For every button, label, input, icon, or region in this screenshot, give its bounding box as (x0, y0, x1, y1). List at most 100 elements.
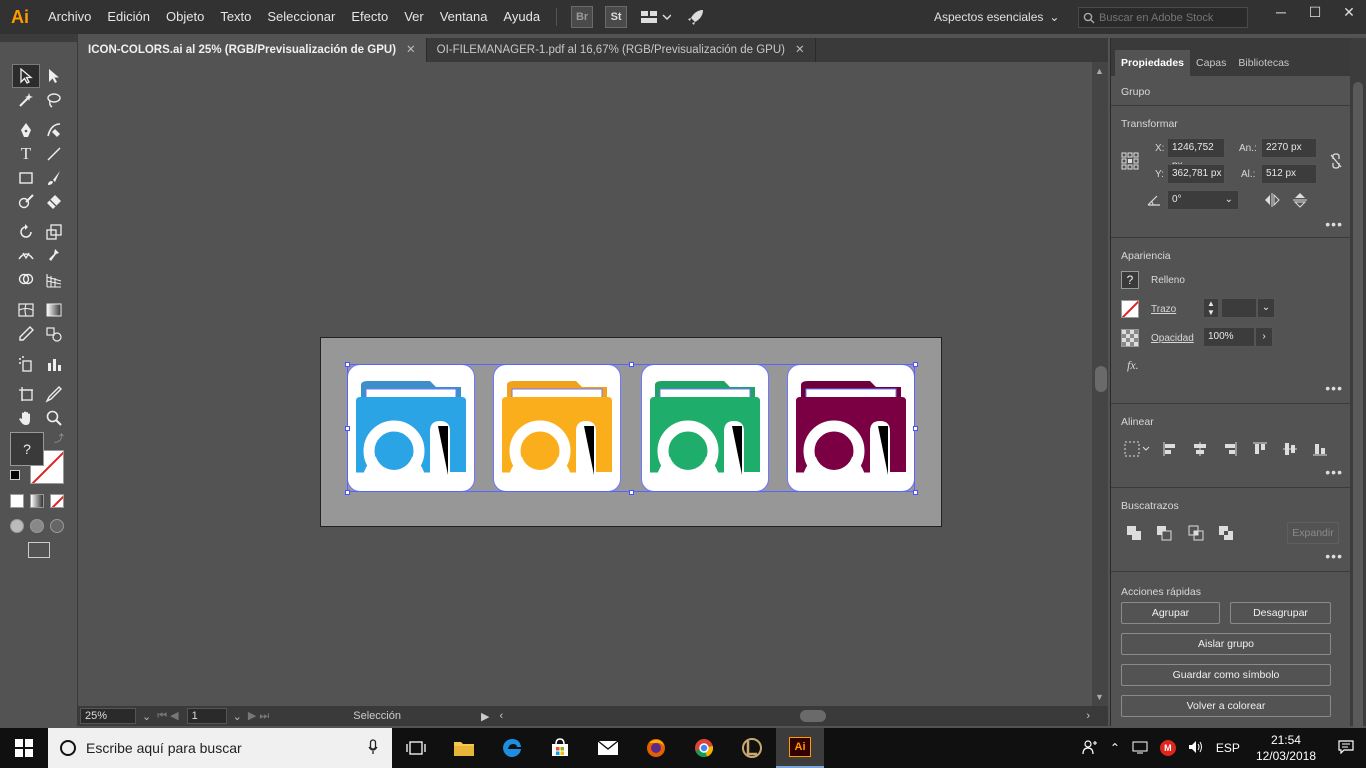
expand-button[interactable]: Expandir (1287, 522, 1339, 544)
tab-icon-colors[interactable]: ICON-COLORS.ai al 25% (RGB/Previsualizac… (78, 38, 427, 62)
link-proportions-icon[interactable] (1327, 152, 1345, 170)
language-indicator[interactable]: ESP (1210, 741, 1246, 755)
slice-tool-icon[interactable] (40, 382, 68, 406)
microphone-icon[interactable] (368, 738, 378, 758)
magic-wand-icon[interactable] (12, 88, 40, 112)
height-field[interactable]: 512 px (1261, 164, 1317, 184)
paintbrush-icon[interactable] (40, 166, 68, 190)
menu-item-6[interactable]: Ver (396, 0, 432, 34)
clock[interactable]: 21:54 12/03/2018 (1246, 732, 1326, 764)
opacity-field[interactable]: 100% (1203, 327, 1255, 347)
menu-item-8[interactable]: Ayuda (495, 0, 548, 34)
resize-handle[interactable] (345, 362, 350, 367)
more-options-icon[interactable]: ••• (1325, 548, 1343, 564)
rectangle-tool-icon[interactable] (12, 166, 40, 190)
close-icon[interactable]: ✕ (406, 44, 416, 56)
file-explorer-icon[interactable] (440, 728, 488, 768)
scale-tool-icon[interactable] (40, 220, 68, 244)
effects-button[interactable]: fx. (1127, 358, 1139, 373)
gradient-tool-icon[interactable] (40, 298, 68, 322)
direct-selection-tool-icon[interactable] (40, 64, 68, 88)
status-menu-icon[interactable]: ▶ (481, 710, 489, 723)
swap-fill-stroke-icon[interactable]: ⤴ (54, 430, 64, 445)
bridge-button[interactable]: Br (571, 6, 594, 28)
resize-handle[interactable] (913, 490, 918, 495)
scroll-thumb[interactable] (1353, 82, 1363, 746)
stroke-weight-field[interactable] (1221, 298, 1257, 318)
antivirus-icon[interactable]: M (1154, 740, 1182, 756)
eyedropper-icon[interactable] (12, 322, 40, 346)
stock-search-box[interactable] (1078, 7, 1248, 28)
workspace-switcher[interactable]: Aspectos esenciales ⌄ (934, 0, 1059, 34)
more-options-icon[interactable]: ••• (1325, 380, 1343, 396)
align-bottom-icon[interactable] (1311, 440, 1329, 458)
menu-item-1[interactable]: Edición (99, 0, 158, 34)
stroke-label[interactable]: Trazo (1151, 304, 1176, 315)
exclude-icon[interactable] (1217, 524, 1235, 542)
blend-tool-icon[interactable] (40, 322, 68, 346)
resize-handle[interactable] (345, 490, 350, 495)
hand-tool-icon[interactable] (12, 406, 40, 430)
rotate-tool-icon[interactable] (12, 220, 40, 244)
resize-handle[interactable] (629, 490, 634, 495)
fill-swatch[interactable]: ? (1121, 271, 1139, 289)
pen-tool-icon[interactable] (12, 118, 40, 142)
stock-search-input[interactable] (1099, 11, 1239, 24)
color-mode-icon[interactable] (10, 494, 24, 508)
unite-icon[interactable] (1125, 524, 1143, 542)
league-client-icon[interactable] (728, 728, 776, 768)
eraser-icon[interactable] (40, 190, 68, 214)
store-icon[interactable] (536, 728, 584, 768)
resize-handle[interactable] (345, 426, 350, 431)
perspective-grid-icon[interactable] (40, 268, 68, 292)
align-vertical-center-icon[interactable] (1281, 440, 1299, 458)
angle-field[interactable]: 0° ⌄ (1167, 190, 1239, 210)
scroll-thumb[interactable] (1095, 366, 1107, 392)
stroke-swatch[interactable] (1121, 300, 1139, 318)
scroll-up-icon[interactable]: ▲ (1095, 66, 1104, 76)
start-button[interactable] (0, 728, 48, 768)
menu-item-5[interactable]: Efecto (343, 0, 396, 34)
shape-builder-icon[interactable] (12, 268, 40, 292)
mail-icon[interactable] (584, 728, 632, 768)
menu-item-4[interactable]: Seleccionar (259, 0, 343, 34)
artboard-tool-icon[interactable] (12, 382, 40, 406)
horizontal-scroll-thumb[interactable] (800, 710, 826, 722)
width-tool-icon[interactable] (12, 244, 40, 268)
align-left-icon[interactable] (1161, 440, 1179, 458)
tab-properties[interactable]: Propiedades (1115, 50, 1191, 76)
selection-bounding-box[interactable] (347, 364, 915, 492)
screen-mode-icon[interactable] (28, 542, 50, 558)
volume-icon[interactable] (1182, 740, 1210, 757)
chevron-down-icon[interactable]: ⌄ (142, 710, 151, 723)
panel-grip[interactable] (0, 34, 77, 42)
chrome-icon[interactable] (680, 728, 728, 768)
taskbar-search[interactable]: Escribe aquí para buscar (48, 728, 392, 768)
none-mode-icon[interactable] (50, 494, 64, 508)
resize-handle[interactable] (629, 362, 634, 367)
resize-handle[interactable] (913, 362, 918, 367)
menu-item-3[interactable]: Texto (212, 0, 259, 34)
more-options-icon[interactable]: ••• (1325, 464, 1343, 480)
y-field[interactable]: 362,781 px (1167, 164, 1225, 184)
save-as-symbol-button[interactable]: Guardar como símbolo (1121, 664, 1331, 686)
puppet-warp-icon[interactable] (40, 244, 68, 268)
curvature-tool-icon[interactable] (40, 118, 68, 142)
menu-item-0[interactable]: Archivo (40, 0, 99, 34)
maximize-button[interactable]: ☐ (1298, 0, 1332, 24)
gradient-mode-icon[interactable] (30, 494, 44, 508)
chevron-down-icon[interactable]: ⌄ (1257, 298, 1275, 318)
lasso-icon[interactable] (40, 88, 68, 112)
line-tool-icon[interactable] (40, 142, 68, 166)
align-top-icon[interactable] (1251, 440, 1269, 458)
chevron-down-icon[interactable]: ⌄ (1225, 191, 1233, 209)
firefox-icon[interactable] (632, 728, 680, 768)
vertical-scrollbar[interactable]: ▲ ▼ (1092, 62, 1108, 706)
illustrator-taskbar-button[interactable]: Ai (776, 728, 824, 768)
chevron-right-icon[interactable]: › (1255, 327, 1273, 347)
tab-layers[interactable]: Capas (1190, 50, 1232, 76)
next-artboard-icon[interactable]: ▶ ⏭ (248, 709, 269, 723)
canvas[interactable] (78, 62, 1092, 706)
close-window-button[interactable]: ✕ (1332, 0, 1366, 24)
align-to-selection-icon[interactable] (1123, 440, 1151, 458)
